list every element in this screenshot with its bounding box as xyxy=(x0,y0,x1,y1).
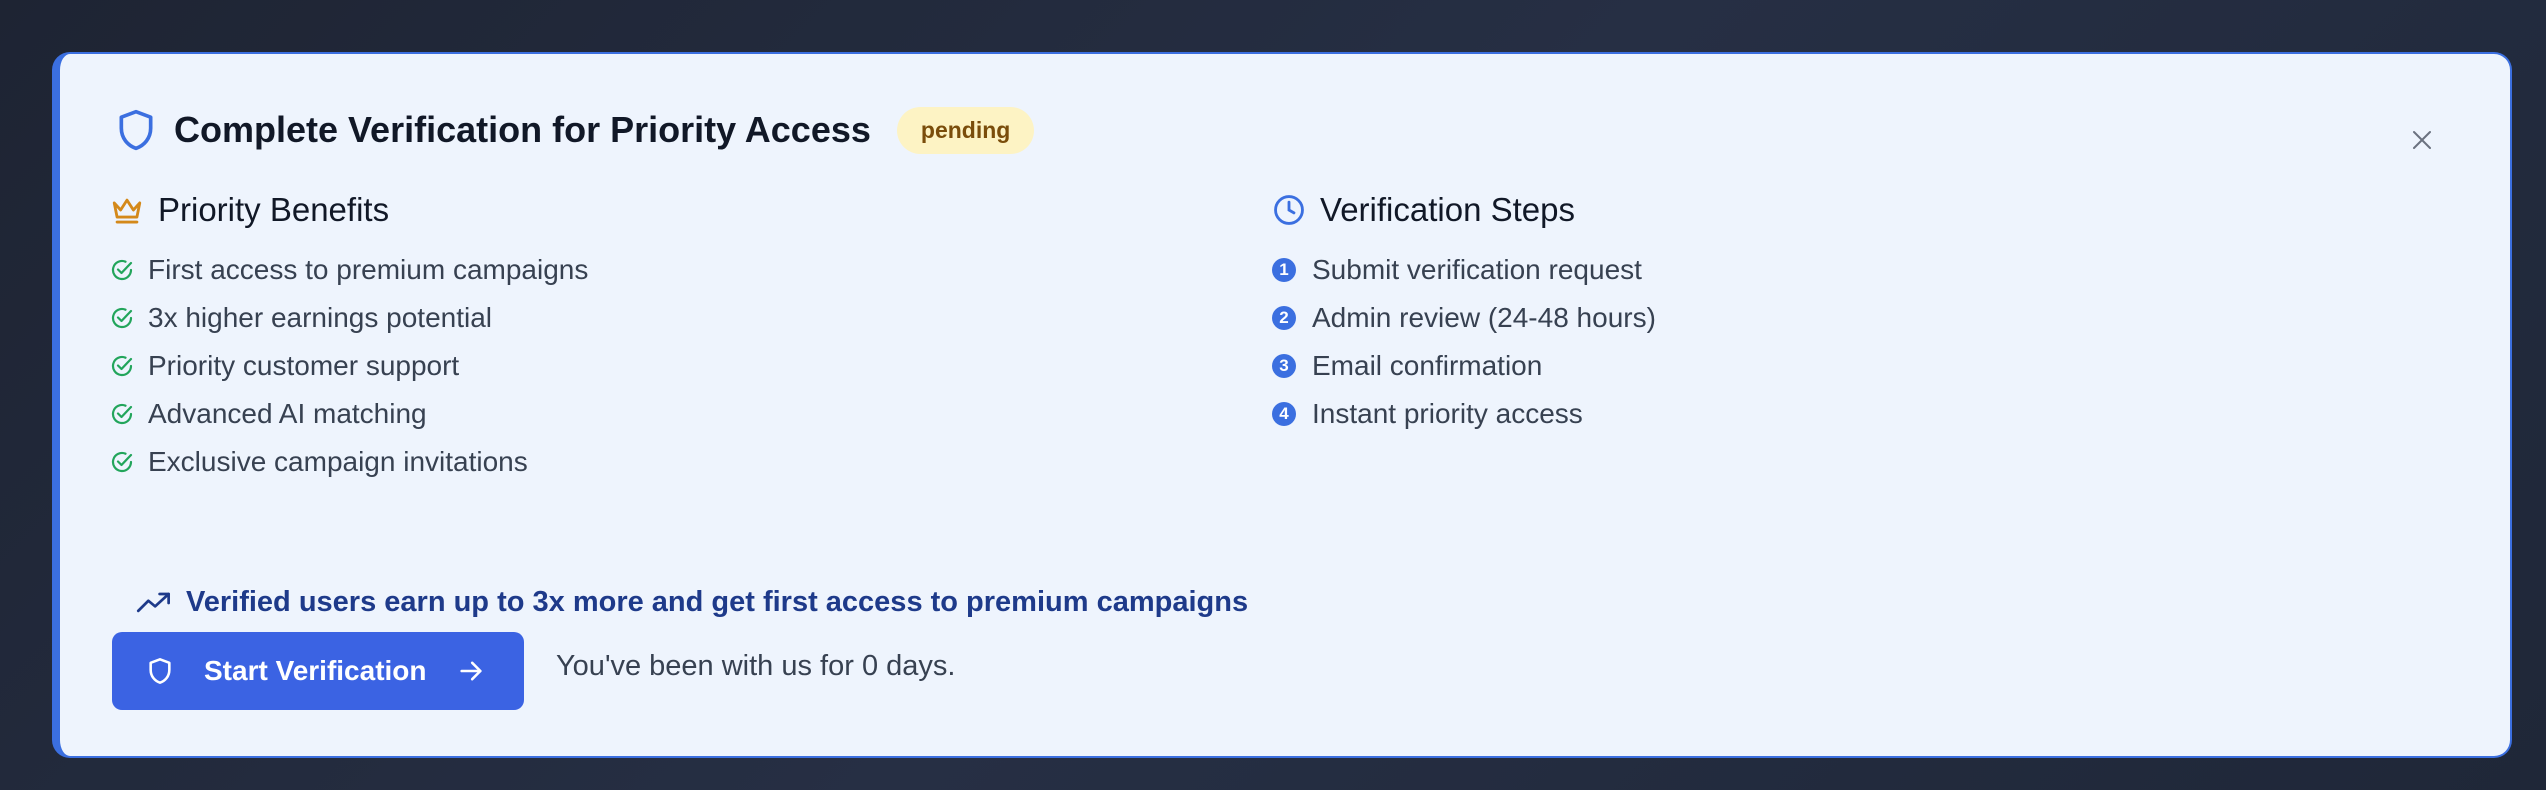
list-item: Priority customer support xyxy=(110,342,588,390)
page-title: Complete Verification for Priority Acces… xyxy=(174,109,871,150)
start-verification-label: Start Verification xyxy=(204,655,427,686)
card-header: Complete Verification for Priority Acces… xyxy=(114,106,1035,154)
benefit-label: First access to premium campaigns xyxy=(148,254,589,285)
benefits-list: First access to premium campaigns 3x hig… xyxy=(110,246,588,486)
list-item: Exclusive campaign invitations xyxy=(110,438,588,486)
trending-up-icon xyxy=(136,592,170,612)
clock-icon xyxy=(1274,195,1304,225)
step-label: Instant priority access xyxy=(1312,398,1583,429)
step-label: Email confirmation xyxy=(1312,350,1543,381)
check-circle-icon xyxy=(111,451,133,473)
start-verification-button[interactable]: Start Verification xyxy=(112,632,524,710)
list-item: 3 Email confirmation xyxy=(1272,342,1656,390)
steps-list: 1 Submit verification request 2 Admin re… xyxy=(1272,246,1656,438)
step-number-badge: 2 xyxy=(1272,306,1296,330)
promo-banner: Verified users earn up to 3x more and ge… xyxy=(136,586,1248,619)
check-circle-icon xyxy=(111,259,133,281)
benefit-label: Priority customer support xyxy=(148,350,460,381)
list-item: Advanced AI matching xyxy=(110,390,588,438)
step-label: Admin review (24-48 hours) xyxy=(1312,302,1656,333)
shield-icon xyxy=(149,658,171,684)
benefit-label: Advanced AI matching xyxy=(148,398,427,429)
crown-icon xyxy=(112,198,142,224)
step-number-badge: 3 xyxy=(1272,354,1296,378)
list-item: 4 Instant priority access xyxy=(1272,390,1656,438)
step-number-badge: 4 xyxy=(1272,402,1296,426)
list-item: 1 Submit verification request xyxy=(1272,246,1656,294)
step-label: Submit verification request xyxy=(1312,254,1642,285)
status-badge: pending xyxy=(896,106,1035,154)
benefits-title: Priority Benefits xyxy=(158,191,390,228)
close-button[interactable] xyxy=(2404,122,2440,158)
arrow-right-icon xyxy=(459,661,482,681)
check-circle-icon xyxy=(111,307,133,329)
promo-text: Verified users earn up to 3x more and ge… xyxy=(186,586,1249,618)
check-circle-icon xyxy=(111,403,133,425)
benefits-heading: Priority Benefits xyxy=(110,186,588,234)
check-circle-icon xyxy=(111,355,133,377)
close-icon xyxy=(2413,131,2431,149)
benefit-label: 3x higher earnings potential xyxy=(148,302,493,333)
step-number-badge: 1 xyxy=(1272,258,1296,282)
steps-heading: Verification Steps xyxy=(1272,186,1656,234)
priority-benefits-section: Priority Benefits First access to premiu… xyxy=(110,186,588,486)
steps-title: Verification Steps xyxy=(1320,191,1575,228)
shield-icon xyxy=(119,109,153,151)
list-item: First access to premium campaigns xyxy=(110,246,588,294)
benefit-label: Exclusive campaign invitations xyxy=(148,446,528,477)
verification-card: Complete Verification for Priority Acces… xyxy=(52,52,2512,758)
list-item: 3x higher earnings potential xyxy=(110,294,588,342)
verification-steps-section: Verification Steps 1 Submit verification… xyxy=(1272,186,1656,438)
membership-tenure-text: You've been with us for 0 days. xyxy=(556,650,956,682)
list-item: 2 Admin review (24-48 hours) xyxy=(1272,294,1656,342)
